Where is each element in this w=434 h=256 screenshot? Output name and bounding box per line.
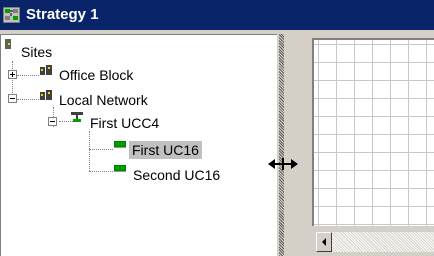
tree-connector (17, 75, 39, 77)
window-titlebar[interactable]: Strategy 1 (0, 0, 434, 30)
pane-splitter[interactable] (277, 34, 287, 256)
tree-connector (17, 99, 39, 101)
strategy-app-icon (3, 7, 20, 23)
resize-horizontal-icon (268, 158, 298, 170)
site-tree-panel[interactable]: Sites Office Block Local Network First U… (0, 34, 277, 256)
scroll-left-button[interactable] (316, 232, 332, 252)
controller-icon (71, 112, 83, 122)
tree-connector (89, 149, 113, 151)
collapse-toggle[interactable] (8, 94, 17, 103)
building-icon (40, 90, 52, 100)
tree-item-sites[interactable]: Sites (21, 44, 52, 60)
tree-connector (89, 171, 113, 173)
tree-item-first-uc16[interactable]: First UC16 (129, 141, 202, 159)
splitter-grip (279, 34, 284, 256)
window-title: Strategy 1 (26, 6, 99, 23)
unit-icon (114, 141, 126, 148)
collapse-toggle[interactable] (48, 117, 57, 126)
tree-item-local-network[interactable]: Local Network (59, 92, 148, 108)
tree-connector (89, 131, 91, 171)
tree-item-second-uc16[interactable]: Second UC16 (133, 167, 220, 183)
tree-item-first-ucc4[interactable]: First UCC4 (90, 115, 159, 131)
expand-toggle[interactable] (8, 70, 17, 79)
sites-icon (5, 39, 11, 49)
building-icon (40, 65, 52, 75)
unit-icon (114, 165, 126, 172)
arrow-left-icon (322, 238, 326, 246)
tree-item-office-block[interactable]: Office Block (59, 67, 133, 83)
grid-lines (314, 40, 434, 226)
scroll-track[interactable] (332, 232, 434, 252)
horizontal-scrollbar[interactable] (312, 226, 434, 256)
layout-grid-canvas[interactable] (312, 38, 434, 226)
